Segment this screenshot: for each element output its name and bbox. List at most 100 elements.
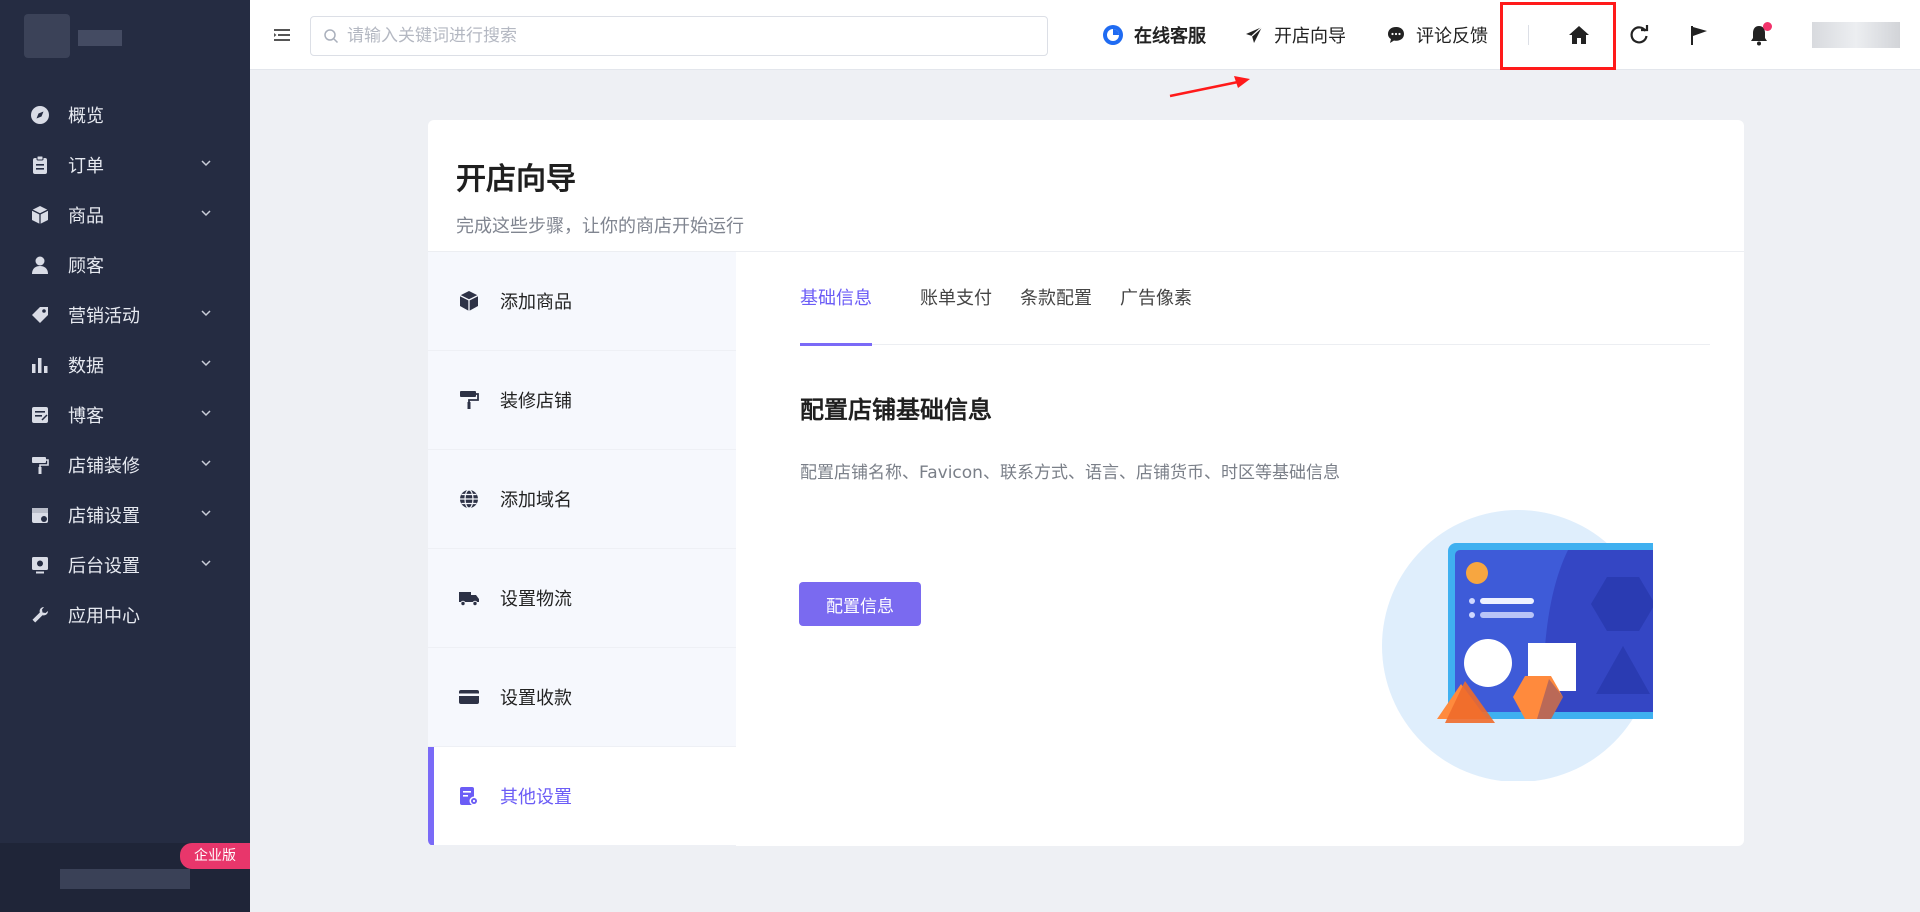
tab-basic-info[interactable]: 基础信息 (800, 252, 872, 346)
step-decorate-store[interactable]: 装修店铺 (428, 351, 736, 450)
admin-settings-icon (30, 555, 50, 575)
note-icon (30, 405, 50, 425)
sidebar-item-label: 商品 (68, 206, 104, 227)
compass-icon (30, 105, 50, 125)
search-icon (324, 29, 339, 44)
settings-illustration (1382, 510, 1653, 781)
paint-roller-icon (30, 455, 50, 475)
sidebar-item-store-design[interactable]: 店铺装修 (0, 440, 250, 490)
feedback-label: 评论反馈 (1416, 26, 1488, 47)
store-settings-icon (30, 505, 50, 525)
sidebar-item-orders[interactable]: 订单 (0, 140, 250, 190)
chevron-down-icon (201, 160, 211, 167)
menu-toggle-icon[interactable] (272, 25, 292, 45)
cube-icon (458, 290, 480, 312)
page-subtitle: 完成这些步骤，让你的商店开始运行 (456, 216, 744, 237)
wrench-icon (30, 605, 50, 625)
annotation-arrow (1169, 76, 1250, 98)
topbar: 在线客服 开店向导 评论反馈 (250, 0, 1920, 70)
user-account[interactable] (1812, 22, 1900, 48)
configure-info-button[interactable]: 配置信息 (799, 582, 921, 626)
section-title: 配置店铺基础信息 (800, 396, 992, 424)
tab-terms[interactable]: 条款配置 (1020, 252, 1092, 345)
sidebar-item-label: 概览 (68, 106, 104, 127)
card-header: 开店向导 完成这些步骤，让你的商店开始运行 (428, 120, 1744, 252)
paper-plane-icon (1244, 25, 1264, 45)
chevron-down-icon (201, 360, 211, 367)
edition-badge: 企业版 (180, 843, 250, 869)
sidebar-item-overview[interactable]: 概览 (0, 90, 250, 140)
step-label: 其他设置 (500, 787, 572, 808)
chat-bubble-icon (1386, 25, 1406, 45)
sidebar-item-label: 应用中心 (68, 606, 140, 627)
sidebar: 概览 订单 商品 顾客 营销活动 数据 博客 店铺装修 店铺设置 后台设置 应用… (0, 0, 250, 912)
store-guide-card: 开店向导 完成这些步骤，让你的商店开始运行 添加商品 装修店铺 添加域名 设置物… (428, 120, 1744, 846)
headset-icon (1102, 24, 1124, 46)
store-guide-label: 开店向导 (1274, 26, 1346, 47)
user-icon (30, 255, 50, 275)
store-logo[interactable] (24, 14, 70, 58)
sidebar-item-label: 博客 (68, 406, 104, 427)
feedback-link[interactable]: 评论反馈 (1386, 20, 1488, 50)
step-label: 装修店铺 (500, 391, 572, 412)
store-name (78, 30, 122, 46)
sidebar-item-store-settings[interactable]: 店铺设置 (0, 490, 250, 540)
chevron-down-icon (201, 460, 211, 467)
bar-chart-icon (30, 355, 50, 375)
paint-roller-icon (458, 389, 480, 411)
sidebar-item-app-center[interactable]: 应用中心 (0, 590, 250, 640)
page-title: 开店向导 (456, 162, 576, 197)
chevron-down-icon (201, 510, 211, 517)
step-other-settings[interactable]: 其他设置 (428, 747, 736, 846)
tab-ad-pixels[interactable]: 广告像素 (1120, 252, 1192, 345)
sidebar-item-label: 数据 (68, 356, 104, 377)
notification-dot (1763, 22, 1772, 31)
chevron-down-icon (201, 560, 211, 567)
step-label: 添加商品 (500, 292, 572, 313)
sidebar-item-label: 店铺设置 (68, 506, 140, 527)
step-setup-payment[interactable]: 设置收款 (428, 648, 736, 747)
tag-icon (30, 305, 50, 325)
search-box[interactable] (310, 16, 1048, 56)
settings-tabs: 基础信息 账单支付 条款配置 广告像素 (800, 252, 1710, 346)
home-icon[interactable] (1566, 22, 1592, 48)
chevron-down-icon (201, 410, 211, 417)
step-label: 添加域名 (500, 490, 572, 511)
step-add-product[interactable]: 添加商品 (428, 252, 736, 351)
setup-steps: 添加商品 装修店铺 添加域名 设置物流 设置收款 其他设置 (428, 252, 736, 846)
sidebar-item-label: 后台设置 (68, 556, 140, 577)
sidebar-item-label: 订单 (68, 156, 104, 177)
refresh-icon[interactable] (1626, 22, 1652, 48)
credit-card-icon (458, 686, 480, 708)
chevron-down-icon (201, 310, 211, 317)
sidebar-item-label: 店铺装修 (68, 456, 140, 477)
search-input[interactable] (347, 26, 1027, 46)
highlight-box (1500, 2, 1616, 70)
clipboard-icon (30, 155, 50, 175)
step-setup-shipping[interactable]: 设置物流 (428, 549, 736, 648)
account-footer[interactable]: 企业版 (0, 843, 250, 912)
bell-icon[interactable] (1746, 22, 1772, 48)
sidebar-item-blog[interactable]: 博客 (0, 390, 250, 440)
sidebar-item-label: 营销活动 (68, 306, 140, 327)
store-guide-link[interactable]: 开店向导 (1244, 20, 1346, 50)
sidebar-item-products[interactable]: 商品 (0, 190, 250, 240)
chevron-down-icon (201, 210, 211, 217)
sidebar-menu: 概览 订单 商品 顾客 营销活动 数据 博客 店铺装修 店铺设置 后台设置 应用… (0, 90, 250, 640)
step-label: 设置收款 (500, 688, 572, 709)
section-description: 配置店铺名称、Favicon、联系方式、语言、店铺货币、时区等基础信息 (800, 463, 1340, 483)
online-service-label: 在线客服 (1134, 26, 1206, 47)
step-add-domain[interactable]: 添加域名 (428, 450, 736, 549)
step-label: 设置物流 (500, 589, 572, 610)
truck-icon (458, 587, 480, 609)
sidebar-item-admin-settings[interactable]: 后台设置 (0, 540, 250, 590)
sidebar-item-data[interactable]: 数据 (0, 340, 250, 390)
flag-icon[interactable] (1686, 22, 1712, 48)
box-icon (30, 205, 50, 225)
sidebar-item-label: 顾客 (68, 256, 104, 277)
globe-icon (458, 488, 480, 510)
sidebar-item-customers[interactable]: 顾客 (0, 240, 250, 290)
tab-billing[interactable]: 账单支付 (920, 252, 992, 345)
online-service-link[interactable]: 在线客服 (1102, 20, 1206, 50)
sidebar-item-marketing[interactable]: 营销活动 (0, 290, 250, 340)
